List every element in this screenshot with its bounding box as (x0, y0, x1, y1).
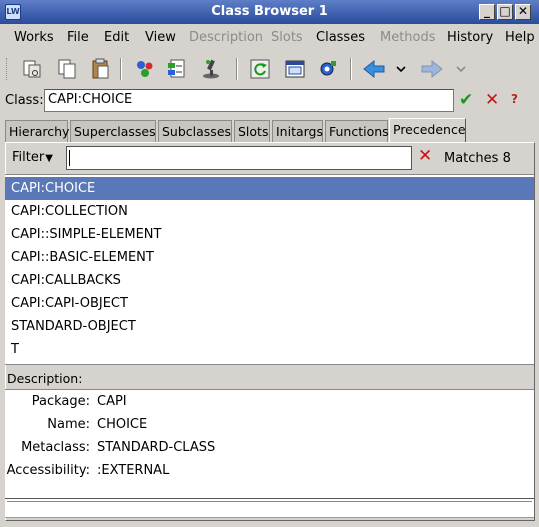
menu-file[interactable]: File (67, 30, 89, 45)
clear-filter-x-icon[interactable]: ✕ (418, 146, 432, 166)
minimize-button[interactable]: _ (479, 4, 495, 20)
back-arrow-icon[interactable] (360, 55, 388, 83)
metaclass-value: STANDARD-CLASS (97, 440, 216, 455)
list-item[interactable]: CAPI:COLLECTION (5, 200, 534, 223)
menu-bar: Works File Edit View Description Slots C… (0, 24, 539, 50)
class-input[interactable]: CAPI:CHOICE (44, 89, 454, 112)
accept-check-icon[interactable]: ✔ (459, 90, 479, 110)
metaclass-label: Metaclass: (21, 440, 90, 455)
tab-initargs[interactable]: Initargs (272, 120, 323, 142)
name-label: Name: (47, 417, 90, 432)
configure-icon[interactable] (313, 55, 341, 83)
status-bar (5, 498, 534, 518)
menu-methods[interactable]: Methods (380, 30, 436, 45)
description-pane[interactable]: Package: CAPI Name: CHOICE Metaclass: ST… (5, 390, 534, 498)
list-item[interactable]: CAPI::BASIC-ELEMENT (5, 246, 534, 269)
list-item[interactable]: CAPI::SIMPLE-ELEMENT (5, 223, 534, 246)
window-title: Class Browser 1 (211, 4, 328, 19)
filter-label: Filter (12, 150, 45, 165)
name-value: CHOICE (97, 417, 148, 432)
filter-input[interactable] (66, 146, 412, 170)
menu-works[interactable]: Works (14, 30, 54, 45)
maximize-button[interactable]: □ (497, 4, 513, 20)
menu-edit[interactable]: Edit (104, 30, 129, 45)
matches-count: Matches 8 (444, 151, 511, 166)
title-bar[interactable]: LW Class Browser 1 _ □ ✕ (0, 0, 539, 24)
help-question-icon[interactable]: ? (511, 92, 529, 110)
text-caret (69, 150, 70, 166)
toolbar (0, 50, 539, 88)
tab-precedence[interactable]: Precedence (389, 118, 466, 142)
new-window-icon[interactable] (281, 55, 309, 83)
tab-superclasses[interactable]: Superclasses (70, 120, 156, 142)
menu-classes[interactable]: Classes (316, 30, 365, 45)
tab-bar: Hierarchy Superclasses Subclasses Slots … (5, 118, 535, 142)
filter-button[interactable]: Filter▼ (8, 146, 60, 170)
accessibility-value: :EXTERNAL (97, 463, 170, 478)
list-item[interactable]: CAPI:CHOICE (5, 177, 534, 200)
menu-view[interactable]: View (145, 30, 176, 45)
menu-history[interactable]: History (447, 30, 493, 45)
class-label: Class: (5, 93, 44, 108)
menu-description[interactable]: Description (189, 30, 263, 45)
close-button[interactable]: ✕ (515, 4, 531, 20)
precedence-list[interactable]: CAPI:CHOICE CAPI:COLLECTION CAPI::SIMPLE… (5, 174, 534, 364)
forward-arrow-icon[interactable] (418, 55, 446, 83)
cut-icon[interactable] (18, 55, 46, 83)
list-item[interactable]: CAPI:CALLBACKS (5, 269, 534, 292)
microscope-icon[interactable] (197, 55, 225, 83)
back-dropdown-chevron-down-icon[interactable] (392, 55, 410, 83)
tab-functions[interactable]: Functions (325, 120, 389, 142)
paste-icon[interactable] (86, 55, 114, 83)
copy-icon[interactable] (53, 55, 81, 83)
tab-subclasses[interactable]: Subclasses (158, 120, 232, 142)
accessibility-label: Accessibility: (6, 463, 90, 478)
refresh-icon[interactable] (246, 55, 274, 83)
forward-dropdown-chevron-down-icon[interactable] (452, 55, 470, 83)
list-item[interactable]: STANDARD-OBJECT (5, 315, 534, 338)
list-item[interactable]: CAPI:CAPI-OBJECT (5, 292, 534, 315)
menu-help[interactable]: Help (505, 30, 535, 45)
package-value: CAPI (97, 394, 127, 409)
list-item[interactable]: T (5, 338, 534, 361)
inspect-icon[interactable] (131, 55, 159, 83)
tab-hierarchy[interactable]: Hierarchy (5, 120, 69, 142)
toolbar-grip[interactable] (6, 58, 9, 80)
class-row: Class: CAPI:CHOICE ✔ ✕ ? (0, 88, 539, 114)
class-graph-icon[interactable] (164, 55, 192, 83)
tab-slots[interactable]: Slots (234, 120, 270, 142)
chevron-down-icon: ▼ (45, 153, 53, 164)
package-label: Package: (31, 394, 90, 409)
description-header: Description: (5, 364, 534, 390)
cancel-x-icon[interactable]: ✕ (485, 90, 503, 110)
menu-slots[interactable]: Slots (271, 30, 303, 45)
